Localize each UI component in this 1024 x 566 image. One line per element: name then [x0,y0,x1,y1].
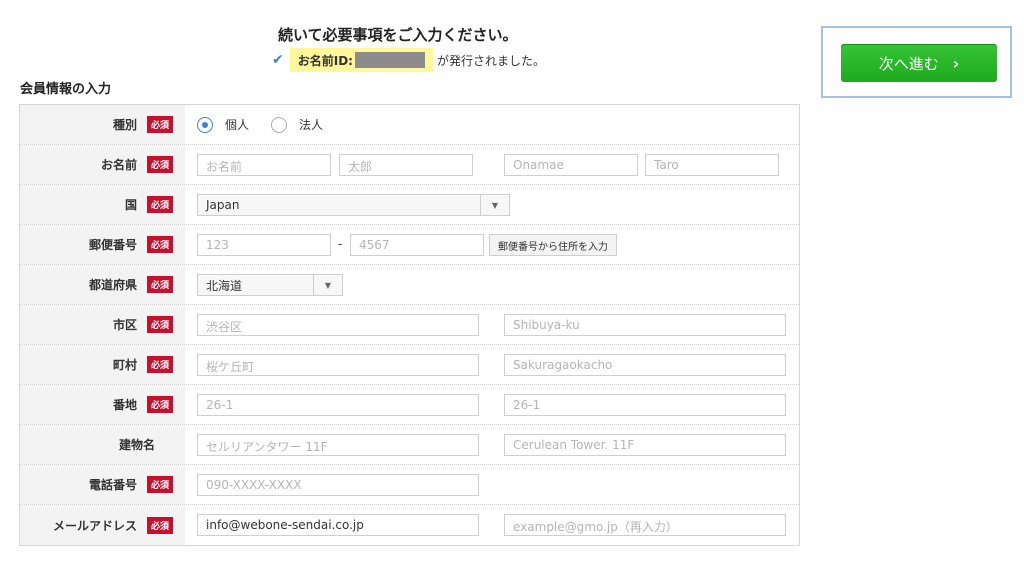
form-row-name: お名前 必須 お名前 太郎 Onamae Taro [20,145,799,185]
form-row-email: メールアドレス 必須 info@webone-sendai.co.jp examp… [20,505,799,545]
block-ja-input[interactable]: 26-1 [197,394,479,416]
page-title: 続いて必要事項をご入力ください。 [278,26,518,44]
postal-code-part2-input[interactable]: 4567 [350,234,484,256]
last-name-roman-input[interactable]: Onamae [504,154,638,176]
radio-individual[interactable]: 個人 [197,116,249,133]
radio-corporation-label: 法人 [299,118,324,132]
required-badge: 必須 [146,516,173,534]
form-row-prefecture: 都道府県 必須 北海道 ▼ [20,265,799,305]
required-badge: 必須 [146,396,173,413]
email-confirm-input[interactable]: example@gmo.jp（再入力） [504,514,786,536]
phone-label: 電話番号 [88,478,137,492]
required-badge: 必須 [146,476,173,493]
country-select[interactable]: Japan ▼ [197,194,510,216]
name-id-label: お名前ID: [297,53,353,68]
first-name-kanji-input[interactable]: 太郎 [339,154,473,176]
phone-input[interactable]: 090-XXXX-XXXX [197,474,479,496]
form-row-type: 種別 必須 個人 法人 [20,105,799,145]
email-input[interactable]: info@webone-sendai.co.jp [197,514,479,536]
postal-code-part1-input[interactable]: 123 [197,234,331,256]
required-badge: 必須 [146,196,173,213]
radio-unselected-icon [271,116,287,133]
name-id-highlight: お名前ID: [289,48,433,72]
form-row-phone: 電話番号 必須 090-XXXX-XXXX [20,465,799,505]
member-info-form: 種別 必須 個人 法人 お名前 必須 お名前 太郎 Onamae Taro 国必須 … [19,104,800,546]
first-name-roman-input[interactable]: Taro [645,154,779,176]
radio-corporation[interactable]: 法人 [271,116,323,133]
last-name-kanji-input[interactable]: お名前 [197,154,331,176]
checkmark-icon: ✔ [272,52,284,68]
building-ja-input[interactable]: セルリアンタワー 11F [197,434,479,456]
form-row-country: 国必須 Japan ▼ [20,185,799,225]
radio-selected-icon [197,116,213,133]
id-issued-notice: ✔ お名前ID: が発行されました。 [272,48,545,72]
postal-dash: - [338,237,343,251]
city-label: 市区 [112,318,137,332]
building-label: 建物名 [118,438,155,452]
prefecture-select-value: 北海道 [206,278,243,293]
dropdown-arrow-icon: ▼ [313,275,342,295]
form-row-building: 建物名 セルリアンタワー 11F Cerulean Tower. 11F [20,425,799,465]
dropdown-arrow-icon: ▼ [480,195,509,215]
required-badge: 必須 [146,116,173,133]
prefecture-select[interactable]: 北海道 ▼ [197,274,343,296]
radio-individual-label: 個人 [225,118,250,132]
next-button-frame: 次へ進む › [821,26,1012,98]
building-en-input[interactable]: Cerulean Tower. 11F [504,434,786,456]
form-row-block: 番地 必須 26-1 26-1 [20,385,799,425]
chevron-right-icon: › [952,53,960,73]
next-button[interactable]: 次へ進む › [841,44,997,82]
type-label: 種別 [112,118,137,132]
required-badge: 必須 [146,276,173,293]
next-button-label: 次へ進む [878,54,939,73]
town-label: 町村 [112,358,137,372]
country-select-value: Japan [206,198,240,212]
email-label: メールアドレス [52,518,137,533]
required-badge: 必須 [146,316,173,333]
block-label: 番地 [112,398,137,412]
form-row-city: 市区 必須 渋谷区 Shibuya-ku [20,305,799,345]
postal-label: 郵便番号 [88,238,137,252]
name-id-redacted [354,52,425,68]
prefecture-label: 都道府県 [88,278,137,292]
town-ja-input[interactable]: 桜ケ丘町 [197,354,479,376]
block-en-input[interactable]: 26-1 [504,394,786,416]
city-en-input[interactable]: Shibuya-ku [504,314,786,336]
section-title: 会員情報の入力 [20,82,112,97]
town-en-input[interactable]: Sakuragaokacho [504,354,786,376]
name-label: お名前 [100,158,137,172]
form-row-postal: 郵便番号 必須 123 - 4567 郵便番号から住所を入力 [20,225,799,265]
city-ja-input[interactable]: 渋谷区 [197,314,479,336]
required-badge: 必須 [146,236,173,253]
required-badge: 必須 [146,356,173,373]
required-badge: 必須 [146,156,173,173]
form-row-town: 町村 必須 桜ケ丘町 Sakuragaokacho [20,345,799,385]
address-lookup-button[interactable]: 郵便番号から住所を入力 [489,234,617,256]
issued-text: が発行されました。 [436,53,545,68]
country-label: 国 [124,198,137,212]
